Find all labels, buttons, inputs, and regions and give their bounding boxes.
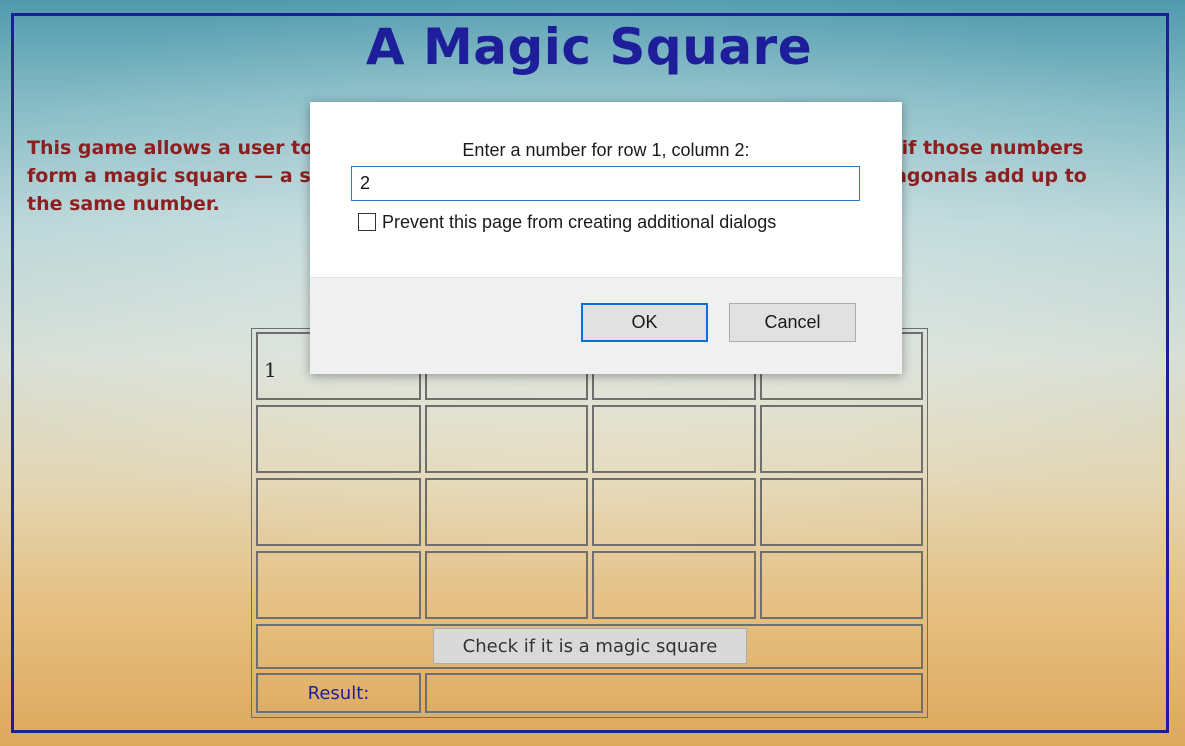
prevent-dialogs-label: Prevent this page from creating addition… [382,211,777,232]
grid-cell-r2-c4[interactable] [760,405,923,473]
dialog-body: Enter a number for row 1, column 2: Prev… [310,102,902,277]
prevent-dialogs-option[interactable]: Prevent this page from creating addition… [358,211,776,233]
dialog-message: Enter a number for row 1, column 2: [462,140,750,160]
grid-cell-r4-c3[interactable] [592,551,756,619]
result-value-cell [425,673,923,713]
grid-cell-r3-c4[interactable] [760,478,923,546]
prevent-dialogs-checkbox[interactable] [358,213,376,231]
grid-cell-r3-c3[interactable] [592,478,756,546]
grid-cell-r2-c3[interactable] [592,405,756,473]
result-label: Result: [307,682,370,704]
check-magic-square-button[interactable]: Check if it is a magic square [433,628,747,664]
prompt-dialog: Enter a number for row 1, column 2: Prev… [310,102,902,374]
cancel-button[interactable]: Cancel [729,303,856,342]
grid-cell-r2-c2[interactable] [425,405,588,473]
grid-cell-r4-c4[interactable] [760,551,923,619]
grid-cell-r3-c1[interactable] [256,478,421,546]
dialog-text-input[interactable] [351,166,860,201]
grid-cell-r4-c2[interactable] [425,551,588,619]
grid-cell-r3-c2[interactable] [425,478,588,546]
grid-cell-r2-c1[interactable] [256,405,421,473]
ok-button[interactable]: OK [581,303,708,342]
page-title: A Magic Square [365,18,813,76]
grid-cell-r4-c1[interactable] [256,551,421,619]
